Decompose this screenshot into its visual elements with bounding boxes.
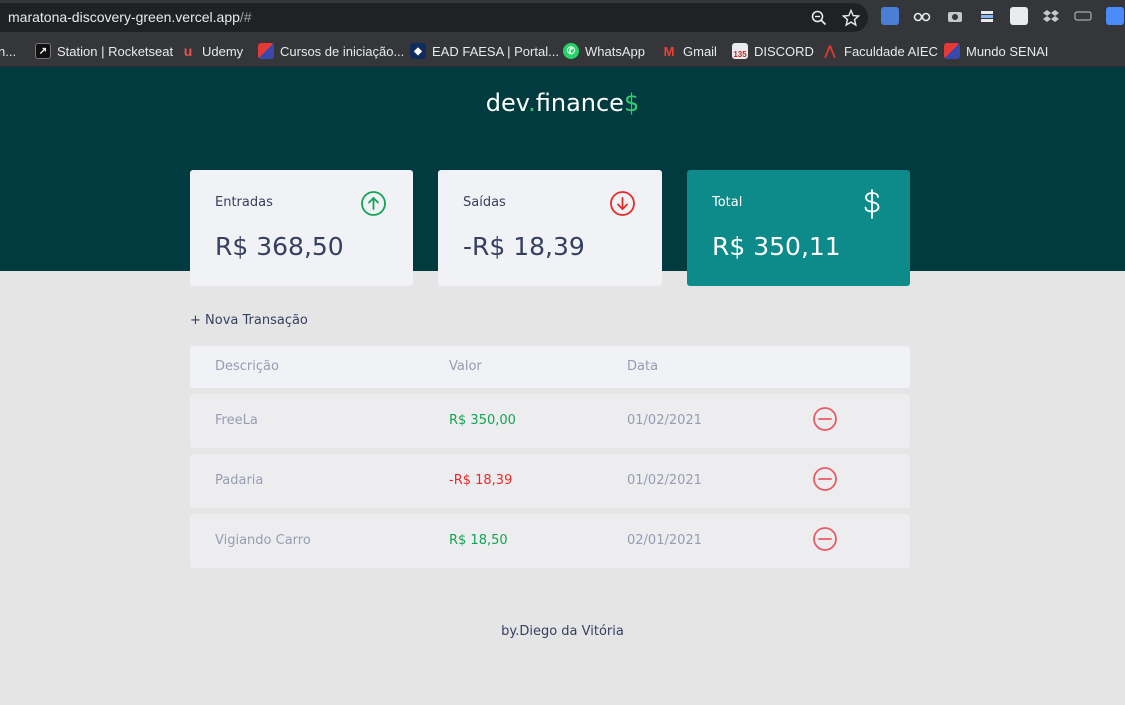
income-card: Entradas R$ 368,50 <box>190 170 413 286</box>
senai-icon <box>944 43 960 59</box>
row-date: 01/02/2021 <box>627 413 702 428</box>
total-card: Total R$ 350,11 <box>687 170 910 286</box>
zoom-meeting-extension-icon[interactable] <box>1106 7 1124 25</box>
income-value: R$ 368,50 <box>215 232 344 261</box>
app-logo: dev.finance$ <box>485 89 640 117</box>
expense-value: -R$ 18,39 <box>463 232 585 261</box>
bookmark-rocketseat[interactable]: ↗ Station | Rocketseat <box>35 41 173 61</box>
income-label: Entradas <box>215 195 273 210</box>
bookmarks-bar: n... ↗ Station | Rocketseat u Udemy Cursos… <box>0 35 1125 67</box>
row-date: 01/02/2021 <box>627 473 702 488</box>
row-description: Vigiando Carro <box>215 533 311 548</box>
bookmark-cursos[interactable]: Cursos de iniciação... <box>258 41 404 61</box>
remove-transaction-icon[interactable] <box>812 466 838 492</box>
translate-extension-icon[interactable] <box>881 7 899 25</box>
new-extension-icon[interactable] <box>1074 7 1092 25</box>
row-date: 02/01/2021 <box>627 533 702 548</box>
bookmark-aiec[interactable]: ⋀ Faculdade AIEC <box>822 41 938 61</box>
aiec-icon: ⋀ <box>824 43 836 58</box>
row-amount: R$ 18,50 <box>449 533 508 548</box>
url-text[interactable]: maratona-discovery-green.vercel.app/# <box>8 9 252 25</box>
row-amount: -R$ 18,39 <box>449 473 513 488</box>
header-date: Data <box>627 359 659 374</box>
camera-extension-icon[interactable] <box>946 7 964 25</box>
rocketseat-icon: ↗ <box>35 43 51 59</box>
gmail-icon: M <box>663 43 675 59</box>
app-page: dev.finance$ Entradas R$ 368,50 Saídas -… <box>0 67 1125 705</box>
new-transaction-button[interactable]: + Nova Transação <box>190 313 308 328</box>
header-value: Valor <box>449 359 482 374</box>
star-icon[interactable] <box>842 9 860 27</box>
browser-toolbar: maratona-discovery-green.vercel.app/# <box>0 0 1125 35</box>
expense-label: Saídas <box>463 195 506 210</box>
bookmark-discord[interactable]: 135 DISCORD <box>732 41 814 61</box>
faesa-icon: ◆ <box>410 43 426 59</box>
notes-extension-icon[interactable] <box>1010 7 1028 25</box>
row-amount: R$ 350,00 <box>449 413 516 428</box>
total-label: Total <box>712 195 743 210</box>
udemy-icon: u <box>183 43 193 59</box>
dollar-sign-icon <box>864 189 880 219</box>
address-bar[interactable]: maratona-discovery-green.vercel.app/# <box>0 3 868 32</box>
arrow-down-circle-icon <box>610 191 635 216</box>
row-description: FreeLa <box>215 413 258 428</box>
bookmark-faesa[interactable]: ◆ EAD FAESA | Portal... <box>410 41 559 61</box>
calendar-icon: 135 <box>732 43 748 59</box>
stack-extension-icon[interactable] <box>978 7 996 25</box>
table-row: Padaria -R$ 18,39 01/02/2021 <box>190 454 910 508</box>
zoom-icon[interactable] <box>810 9 828 27</box>
bookmark-senai[interactable]: Mundo SENAI <box>944 41 1048 61</box>
arrow-up-circle-icon <box>361 191 386 216</box>
dropbox-extension-icon[interactable] <box>1042 7 1060 25</box>
table-row: FreeLa R$ 350,00 01/02/2021 <box>190 394 910 448</box>
binoculars-extension-icon[interactable] <box>913 7 931 25</box>
bookmark-udemy[interactable]: u Udemy <box>180 41 243 61</box>
bookmark-whatsapp[interactable]: ✆ WhatsApp <box>563 41 645 61</box>
row-description: Padaria <box>215 473 264 488</box>
remove-transaction-icon[interactable] <box>812 406 838 432</box>
total-value: R$ 350,11 <box>712 232 841 261</box>
table-row: Vigiando Carro R$ 18,50 02/01/2021 <box>190 514 910 568</box>
table-header: Descrição Valor Data <box>190 346 910 388</box>
cursos-icon <box>258 43 274 59</box>
remove-transaction-icon[interactable] <box>812 526 838 552</box>
bookmark-gmail[interactable]: M Gmail <box>661 41 717 61</box>
header-description: Descrição <box>215 359 279 374</box>
bookmark-item[interactable]: n... <box>0 41 16 61</box>
expense-card: Saídas -R$ 18,39 <box>438 170 662 286</box>
footer-credit: by.Diego da Vitória <box>501 624 624 639</box>
whatsapp-icon: ✆ <box>563 43 579 59</box>
